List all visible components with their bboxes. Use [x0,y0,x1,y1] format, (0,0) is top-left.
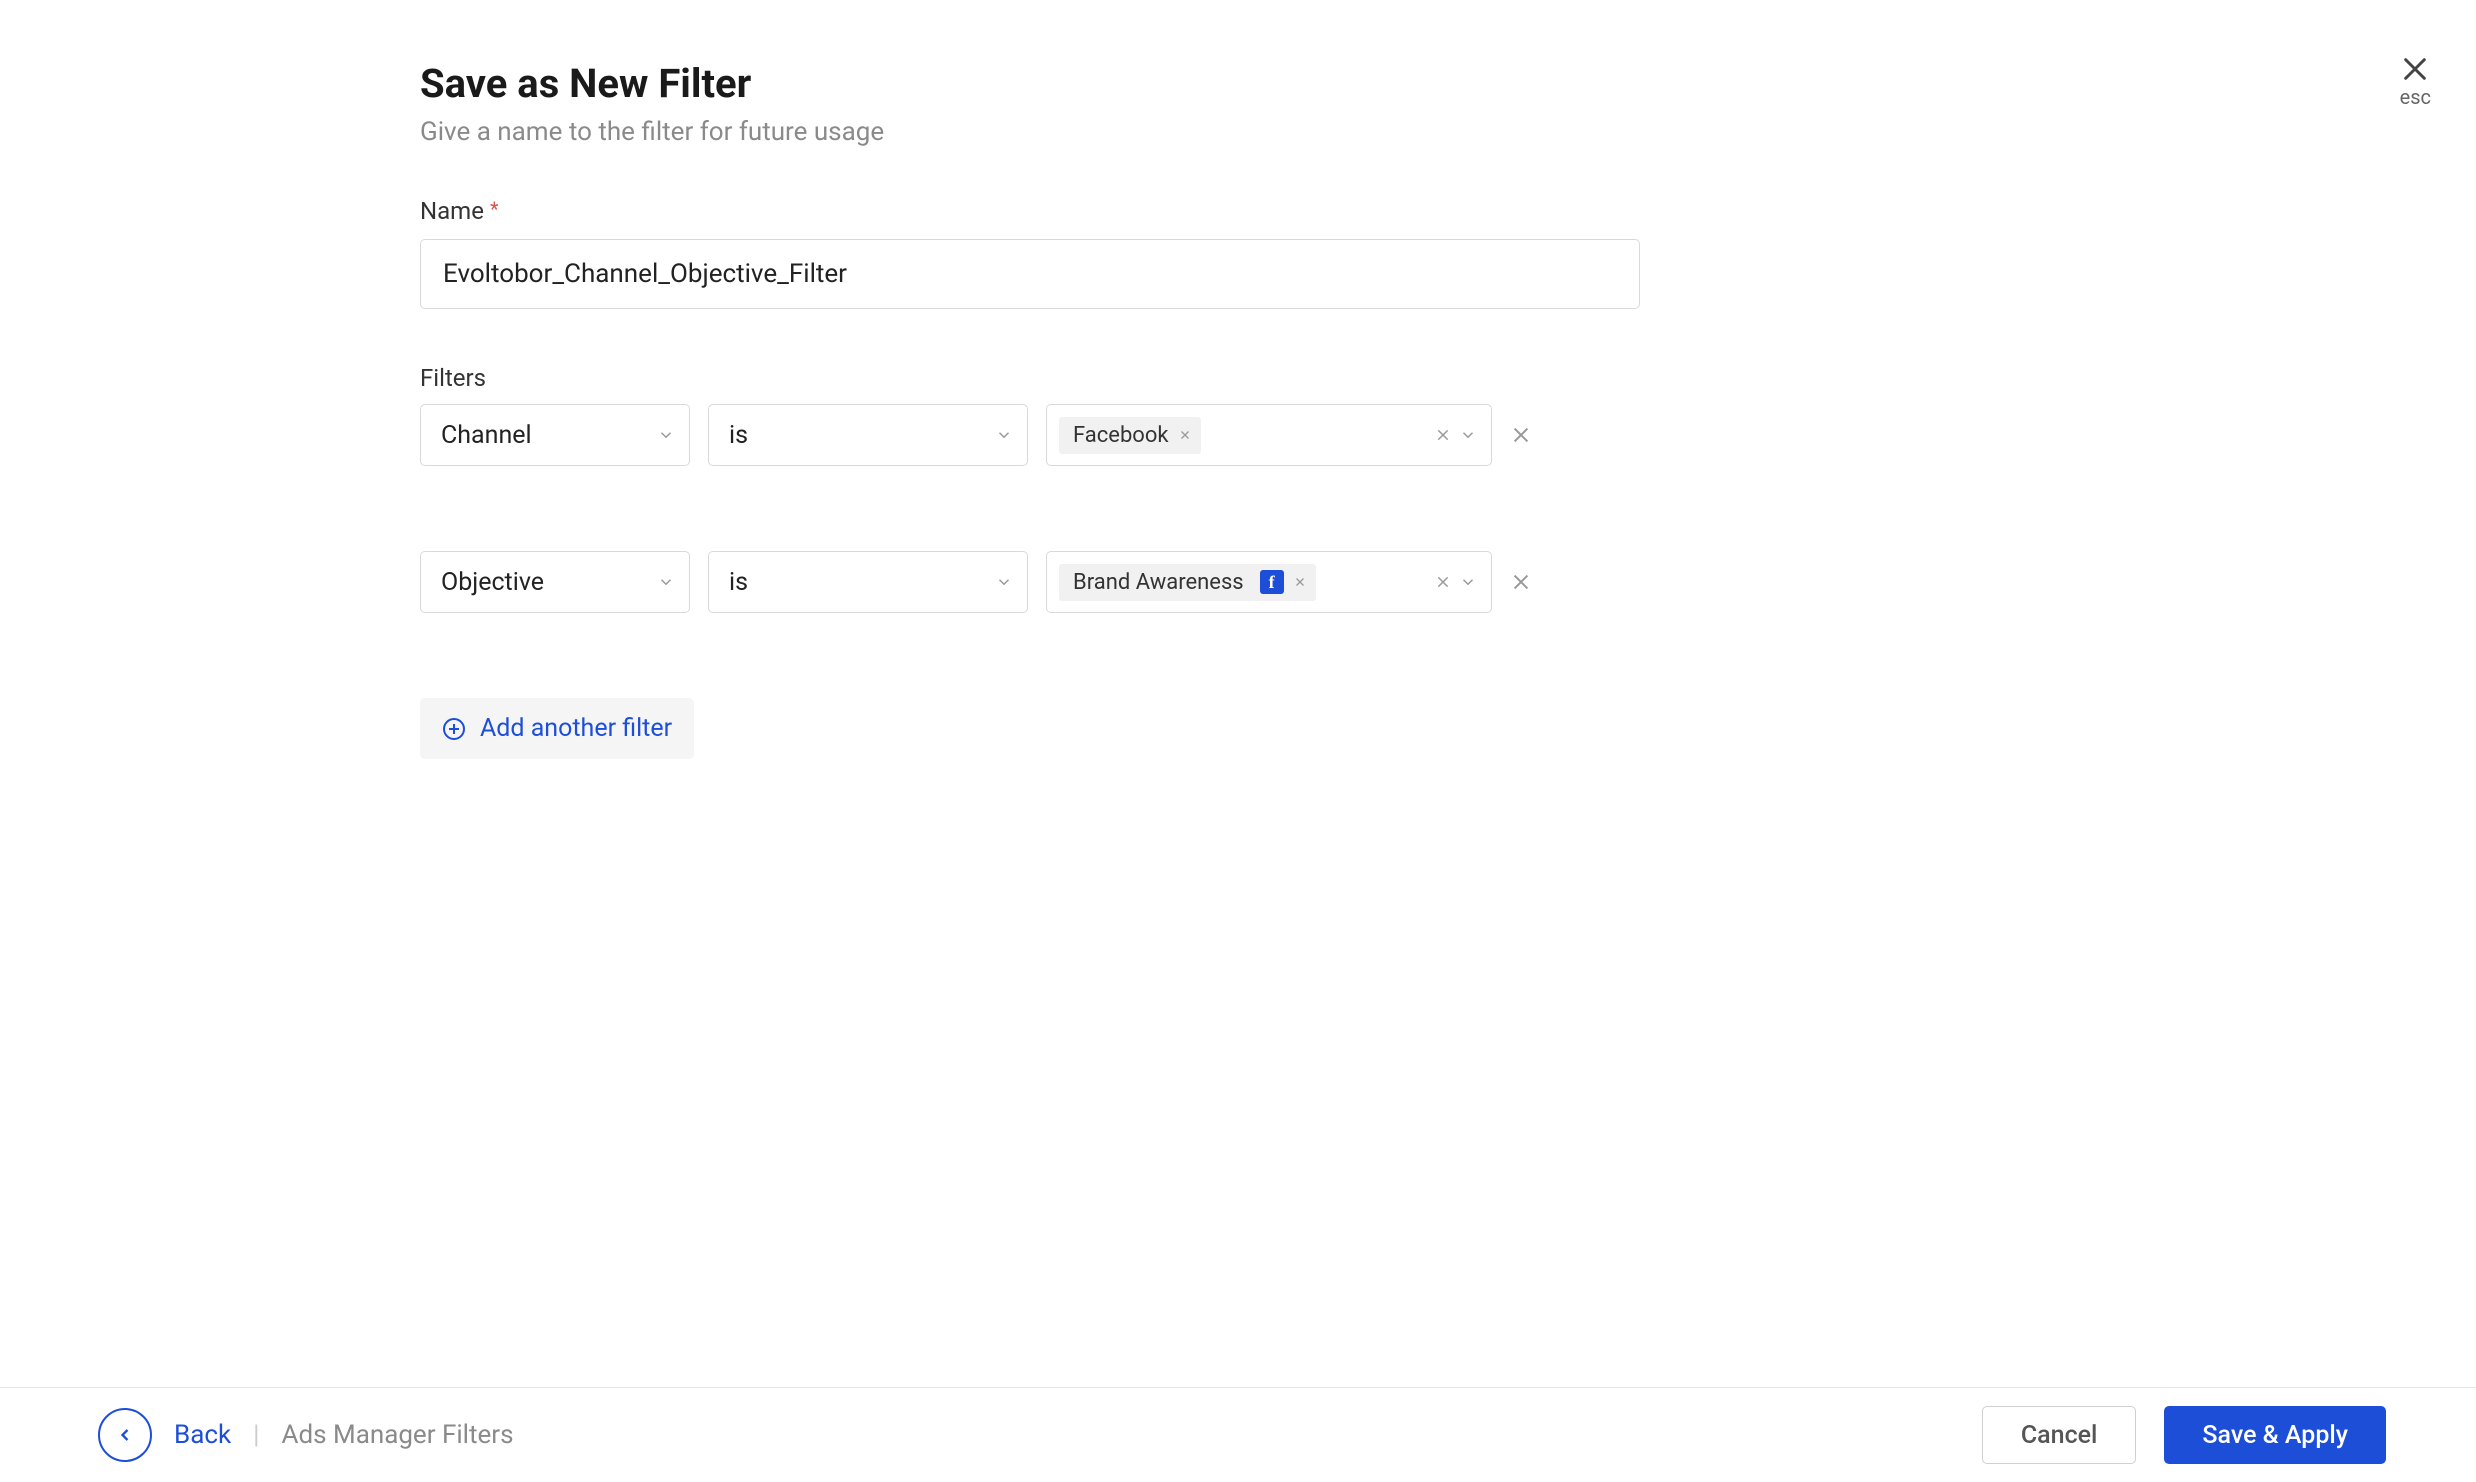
facebook-icon: f [1260,570,1284,594]
chevron-down-icon [657,426,675,444]
chevron-down-icon [995,573,1013,591]
filter-operator-value: is [729,421,748,450]
close-label: esc [2400,85,2431,109]
name-label: Name * [420,197,2476,225]
filter-operator-select[interactable]: is [708,551,1028,613]
save-apply-button[interactable]: Save & Apply [2164,1406,2386,1464]
filter-operator-value: is [729,568,748,597]
clear-icon[interactable] [1435,574,1451,590]
filter-value-select[interactable]: Brand Awareness f [1046,551,1492,613]
filter-value-tag: Facebook [1059,417,1201,454]
chevron-down-icon [1459,426,1477,444]
filter-field-select[interactable]: Objective [420,551,690,613]
footer: Back | Ads Manager Filters Cancel Save &… [0,1387,2476,1482]
back-link[interactable]: Back [174,1420,231,1450]
tag-remove-icon[interactable] [1294,576,1306,588]
filter-field-value: Objective [441,568,544,597]
filter-value-select[interactable]: Facebook [1046,404,1492,466]
close-icon [2401,55,2429,83]
back-button[interactable] [98,1408,152,1462]
footer-left: Back | Ads Manager Filters [98,1408,514,1462]
breadcrumb: Ads Manager Filters [282,1420,514,1450]
cancel-button[interactable]: Cancel [1982,1406,2137,1464]
add-filter-button[interactable]: Add another filter [420,698,694,759]
tag-remove-icon[interactable] [1179,429,1191,441]
filter-field-select[interactable]: Channel [420,404,690,466]
close-button[interactable]: esc [2400,55,2431,109]
filter-operator-select[interactable]: is [708,404,1028,466]
add-filter-label: Add another filter [480,714,672,743]
filter-value-tag: Brand Awareness f [1059,564,1316,601]
page-subtitle: Give a name to the filter for future usa… [420,117,2476,147]
page-title: Save as New Filter [420,60,2476,107]
footer-right: Cancel Save & Apply [1982,1406,2386,1464]
filter-value-text: Facebook [1073,423,1169,448]
modal-content: esc Save as New Filter Give a name to th… [0,0,2476,759]
filter-row: Channel is Facebook [420,404,2476,466]
delete-row-icon[interactable] [1510,571,1532,593]
name-input[interactable] [420,239,1640,309]
filter-row: Objective is Brand Awareness f [420,551,2476,613]
plus-circle-icon [442,717,466,741]
name-label-text: Name [420,197,484,225]
filter-field-value: Channel [441,421,532,450]
filters-label: Filters [420,364,2476,392]
chevron-down-icon [1459,573,1477,591]
chevron-left-icon [115,1425,135,1445]
chevron-down-icon [995,426,1013,444]
filter-value-text: Brand Awareness [1073,570,1244,595]
delete-row-icon[interactable] [1510,424,1532,446]
clear-icon[interactable] [1435,427,1451,443]
required-indicator: * [490,197,499,221]
breadcrumb-divider: | [253,1420,259,1450]
chevron-down-icon [657,573,675,591]
